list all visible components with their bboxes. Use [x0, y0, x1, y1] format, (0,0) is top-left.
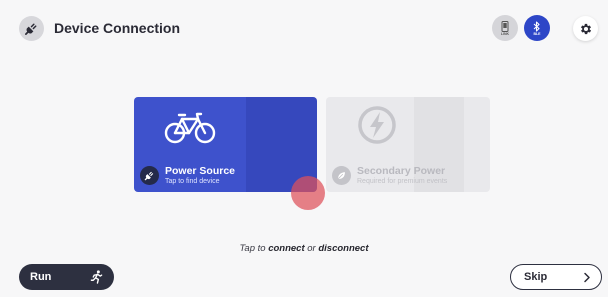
- plug-icon: [19, 16, 44, 41]
- connection-link-label: LINK: [500, 31, 510, 36]
- connection-link-button[interactable]: LINK: [492, 15, 518, 41]
- power-source-title: Power Source: [165, 165, 236, 177]
- run-button[interactable]: Run: [19, 264, 114, 290]
- hint-prefix: Tap to: [239, 243, 266, 254]
- bicycle-icon: [164, 112, 216, 144]
- tap-indicator: [291, 176, 325, 210]
- running-person-icon: [90, 270, 103, 284]
- leaf-badge-icon: [332, 166, 351, 185]
- chevron-right-icon: [584, 272, 590, 282]
- skip-button[interactable]: Skip: [510, 264, 602, 290]
- connection-ble-button[interactable]: BLE: [524, 15, 550, 41]
- connect-hint: Tap to connect or disconnect: [0, 243, 608, 254]
- phone-link-icon: [501, 20, 509, 32]
- plug-badge-icon: [140, 166, 159, 185]
- settings-button[interactable]: [573, 16, 598, 41]
- lightning-icon: [358, 106, 396, 144]
- power-source-subtitle: Tap to find device: [165, 178, 220, 185]
- secondary-power-subtitle: Required for premium events: [357, 178, 448, 185]
- hint-connect: connect: [268, 243, 305, 254]
- connection-ble-label: BLE: [533, 31, 541, 36]
- secondary-power-title: Secondary Power: [357, 165, 446, 177]
- gear-icon: [580, 23, 591, 34]
- device-connection-screen: { "header": { "icon": "plug-icon", "titl…: [0, 0, 608, 297]
- hint-disconnect: disconnect: [318, 243, 369, 254]
- secondary-power-card[interactable]: Secondary Power Required for premium eve…: [326, 97, 490, 192]
- skip-label: Skip: [524, 271, 548, 283]
- bluetooth-icon: [533, 20, 540, 32]
- page-title: Device Connection: [54, 20, 181, 36]
- power-source-card[interactable]: Power Source Tap to find device: [134, 97, 317, 192]
- hint-middle: or: [307, 243, 316, 254]
- run-label: Run: [30, 271, 52, 283]
